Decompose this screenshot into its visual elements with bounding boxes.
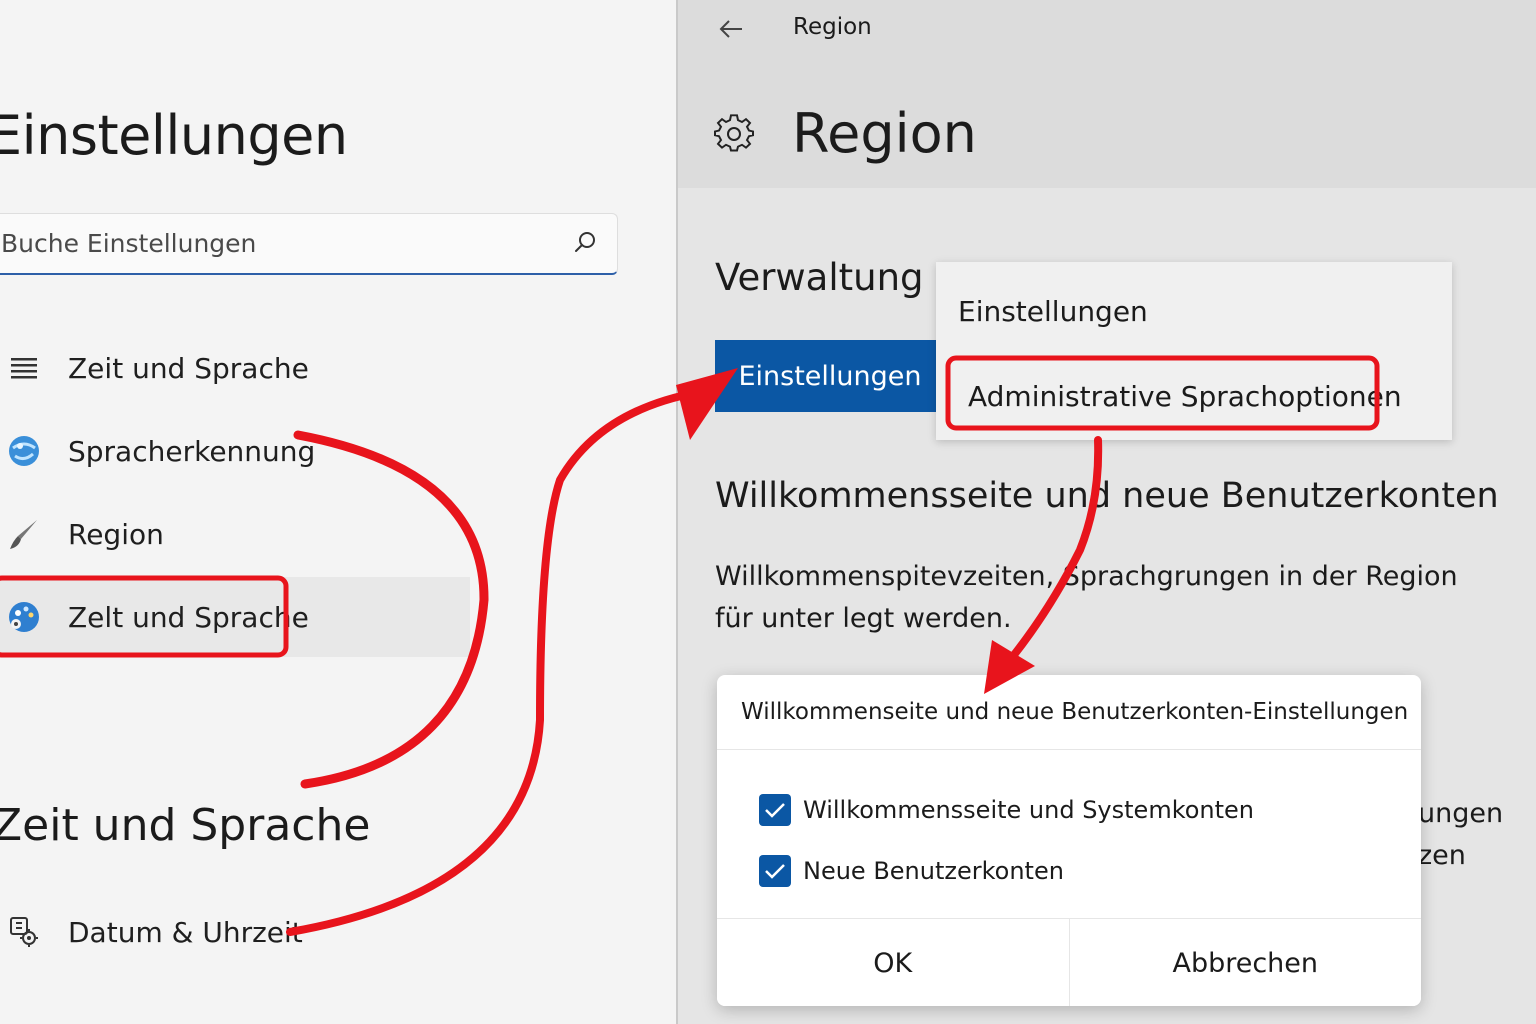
settings-button[interactable]: Einstellungen [715,340,945,412]
ok-button[interactable]: OK [717,919,1069,1006]
checkbox-checked[interactable] [759,794,791,826]
checkbox-welcome-system-accounts[interactable]: Willkommensseite und Systemkonten [759,790,1254,830]
nav-item-label: Zeit und Sprache [68,351,309,385]
globe-icon [6,433,42,469]
nav-item-label: Spracherkennung [68,434,316,468]
background-text-fragment: zen [1418,840,1466,871]
dialog-title: Willkommenseite und neue Benutzerkonten-… [741,699,1409,725]
checkmark-icon [765,803,785,818]
checkbox-checked[interactable] [759,855,791,887]
search-input[interactable] [1,214,561,272]
flyout-item-label: Einstellungen [958,294,1148,328]
palette-icon [6,599,42,635]
dialog-footer: OK Abbrechen [717,918,1421,1006]
welcome-screen-settings-dialog: Willkommenseite und neue Benutzerkonten-… [717,675,1421,1006]
cancel-button[interactable]: Abbrechen [1068,919,1421,1006]
dialog-separator [717,749,1421,750]
checkmark-icon [765,864,785,879]
breadcrumb: Region [793,14,872,40]
nav-item-zeit-und-sprache[interactable]: Zeit und Sprache [0,328,470,408]
group-heading: Verwaltung [715,256,924,299]
nav-item-label: Region [68,517,164,551]
flyout-item-administrative-sprachoptionen[interactable]: Administrative Sprachoptionen [936,365,1452,427]
background-text-fragment: ungen [1418,798,1504,829]
checkbox-label: Willkommensseite und Systemkonten [803,796,1255,824]
nav-item-zelt-und-sprache[interactable]: Zelt und Sprache [0,577,470,657]
brush-icon [6,516,42,552]
nav-item-datum-uhrzeit[interactable]: Datum & Uhrzeit [0,892,470,972]
gear-icon [714,114,754,152]
flyout-item-einstellungen[interactable]: Einstellungen [936,280,1452,342]
settings-navigation-pane: Einstellungen Zeit und Sprache [0,0,676,1024]
nav-item-spracherkennung[interactable]: Spracherkennung [0,411,470,491]
section-description: Willkommenspitevzeiten, Sprachgrungen in… [715,561,1458,634]
nav-item-region[interactable]: Region [0,494,470,574]
app-title: Einstellungen [0,104,348,167]
checkbox-new-user-accounts[interactable]: Neue Benutzerkonten [759,851,1064,891]
section-subheading: Willkommensseite und neue Benutzerkonten [715,476,1499,516]
page-title: Region [792,102,977,165]
flyout-menu: Einstellungen Administrative Sprachoptio… [936,262,1452,440]
nav-item-label: Zelt und Sprache [68,600,309,634]
checkbox-label: Neue Benutzerkonten [803,857,1064,885]
back-button[interactable] [714,12,748,46]
nav-item-label: Datum & Uhrzeit [68,915,303,949]
flyout-item-label: Administrative Sprachoptionen [968,379,1402,413]
arrow-left-icon[interactable] [718,18,744,40]
search-icon[interactable] [571,229,599,257]
list-icon [6,350,42,386]
search-box[interactable] [0,213,618,275]
section-heading: Zeit und Sprache [0,800,371,851]
region-settings-pane: Region Region Verwaltung Einstellungen E… [678,0,1536,1024]
clock-gear-icon [6,914,42,950]
